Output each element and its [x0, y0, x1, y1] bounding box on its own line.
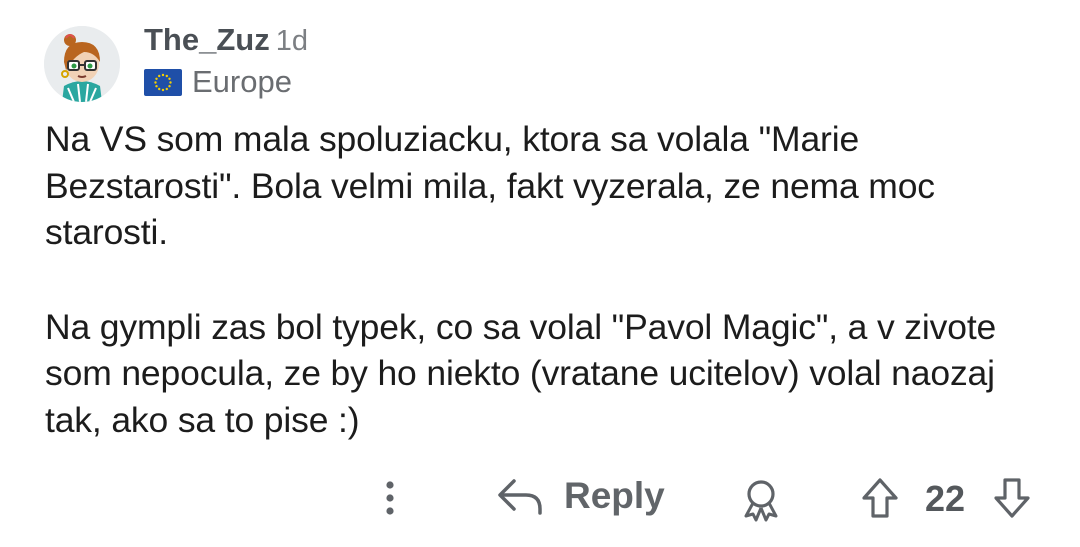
comment-author-line: The_Zuz 1d — [144, 22, 308, 58]
user-flair: Europe — [144, 64, 292, 100]
comment-age: 1d — [275, 25, 308, 57]
reply-label: Reply — [564, 475, 665, 516]
eu-flag-icon — [144, 68, 182, 96]
upvote-arrow-icon — [862, 478, 898, 518]
award-button[interactable] — [740, 478, 782, 522]
downvote-arrow-icon — [994, 478, 1030, 518]
award-icon — [744, 480, 778, 522]
avatar-illustration-icon — [44, 26, 120, 102]
reply-arrow-icon — [498, 479, 542, 515]
comment-body: Na VS som mala spoluziacku, ktora sa vol… — [45, 116, 1045, 491]
upvote-button[interactable] — [860, 476, 900, 520]
downvote-button[interactable] — [992, 476, 1032, 520]
author-name[interactable]: The_Zuz — [144, 22, 270, 57]
flair-label: Europe — [192, 64, 292, 99]
reply-button[interactable]: Reply — [496, 475, 665, 517]
comment-action-bar: Reply 22 — [0, 470, 1080, 530]
more-vertical-icon — [386, 481, 394, 515]
comment-paragraph: Na VS som mala spoluziacku, ktora sa vol… — [45, 119, 935, 252]
vote-score: 22 — [925, 478, 966, 519]
more-options-button[interactable] — [380, 478, 400, 518]
comment-paragraph: Na gympli zas bol typek, co sa volal "Pa… — [45, 306, 997, 440]
user-avatar[interactable] — [44, 26, 120, 102]
